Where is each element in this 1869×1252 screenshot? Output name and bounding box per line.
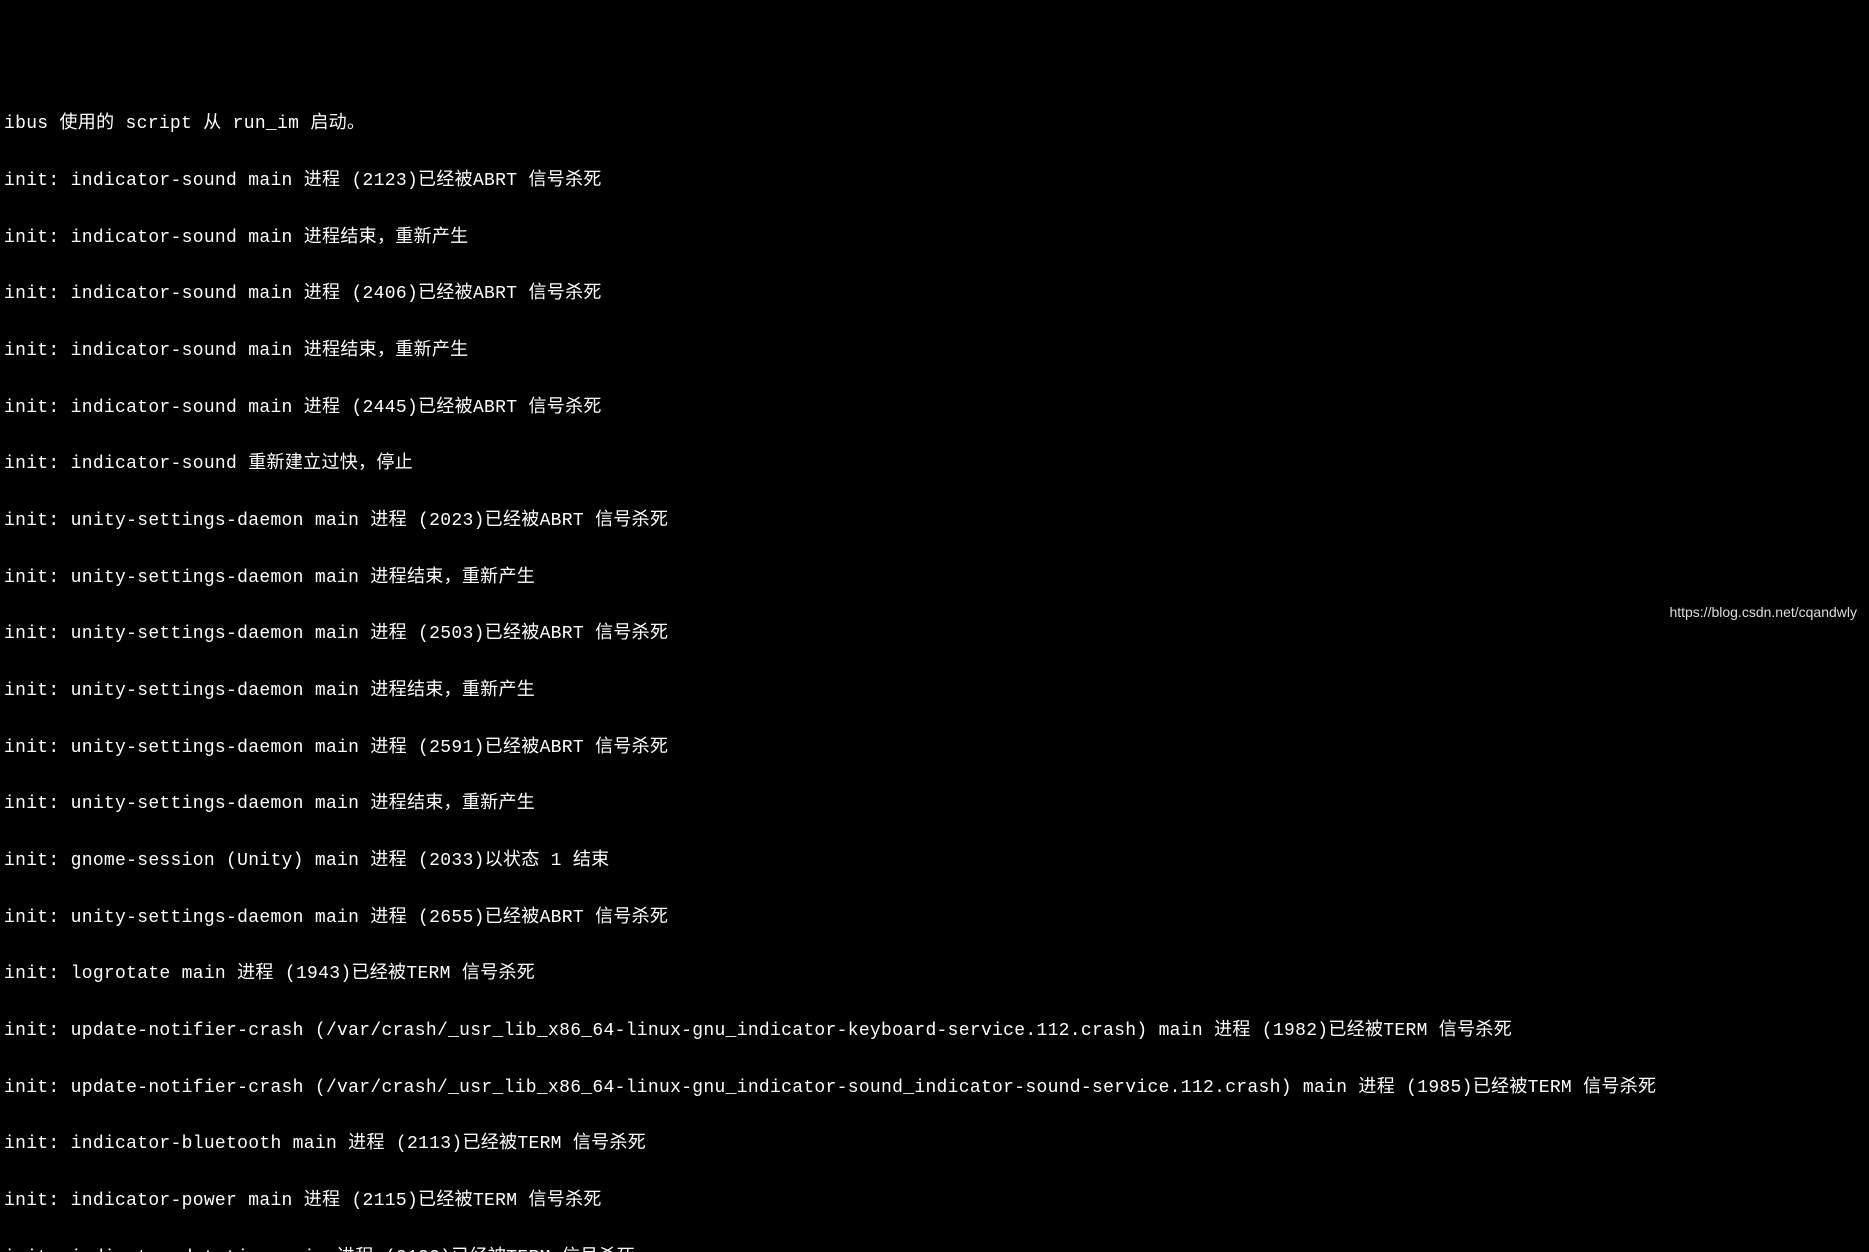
terminal-line: init: indicator-power main 进程 (2115)已经被T… (4, 1192, 1865, 1211)
terminal-line: init: indicator-sound main 进程结束，重新产生 (4, 342, 1865, 361)
terminal-line: init: indicator-sound main 进程 (2445)已经被A… (4, 399, 1865, 418)
terminal-line: init: indicator-datetime main 进程 (2120)已… (4, 1249, 1865, 1252)
terminal-line: init: unity-settings-daemon main 进程结束，重新… (4, 795, 1865, 814)
watermark-text: https://blog.csdn.net/cqandwly (1669, 605, 1857, 620)
terminal-line: ibus 使用的 script 从 run_im 启动。 (4, 115, 1865, 134)
terminal-line: init: gnome-session (Unity) main 进程 (203… (4, 852, 1865, 871)
terminal-line: init: unity-settings-daemon main 进程 (250… (4, 625, 1865, 644)
terminal-line: init: unity-settings-daemon main 进程 (265… (4, 909, 1865, 928)
terminal-line: init: indicator-sound main 进程结束，重新产生 (4, 229, 1865, 248)
terminal-line: init: unity-settings-daemon main 进程 (259… (4, 739, 1865, 758)
terminal-line: init: indicator-bluetooth main 进程 (2113)… (4, 1135, 1865, 1154)
terminal-line: init: unity-settings-daemon main 进程 (202… (4, 512, 1865, 531)
terminal-line: init: update-notifier-crash (/var/crash/… (4, 1022, 1865, 1041)
terminal-line: init: indicator-sound 重新建立过快，停止 (4, 455, 1865, 474)
terminal-line: init: unity-settings-daemon main 进程结束，重新… (4, 569, 1865, 588)
terminal-line: init: logrotate main 进程 (1943)已经被TERM 信号… (4, 965, 1865, 984)
terminal-output: ibus 使用的 script 从 run_im 启动。 init: indic… (0, 76, 1869, 1252)
terminal-line: init: update-notifier-crash (/var/crash/… (4, 1079, 1865, 1098)
terminal-line: init: indicator-sound main 进程 (2406)已经被A… (4, 285, 1865, 304)
terminal-line: init: unity-settings-daemon main 进程结束，重新… (4, 682, 1865, 701)
terminal-line: init: indicator-sound main 进程 (2123)已经被A… (4, 172, 1865, 191)
